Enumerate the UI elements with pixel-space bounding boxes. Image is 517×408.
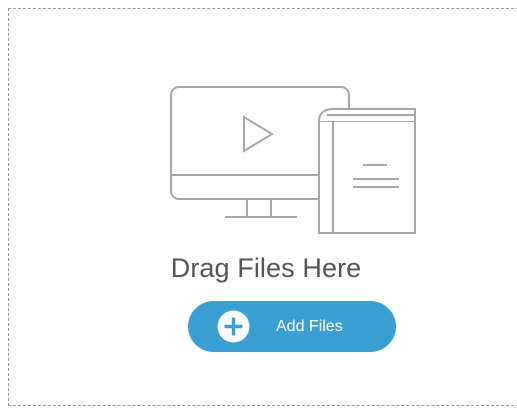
plus-circle-icon xyxy=(217,310,250,343)
add-files-label: Add Files xyxy=(276,318,343,335)
file-drop-zone[interactable]: Drag Files Here Add Files xyxy=(8,8,517,406)
drag-files-heading: Drag Files Here xyxy=(170,253,362,283)
media-illustration-icon xyxy=(167,83,419,239)
add-files-button[interactable]: Add Files xyxy=(188,301,396,352)
book-icon xyxy=(318,108,416,234)
